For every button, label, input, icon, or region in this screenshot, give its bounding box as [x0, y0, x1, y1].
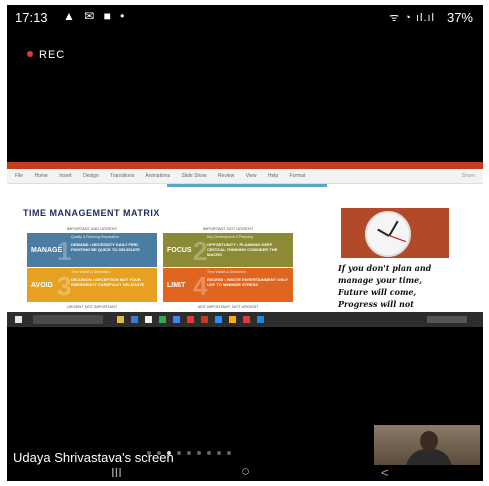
back-icon[interactable]: <: [381, 465, 389, 480]
slide: TIME MANAGEMENT MATRIX IMPORTANT AND URG…: [13, 192, 477, 316]
page-dot[interactable]: [227, 451, 231, 455]
quadrant-subtitle: Quality & Planning Preparation: [71, 235, 119, 239]
status-time: 17:13: [15, 10, 48, 25]
quadrant-text: DEMAND • NECESSITY DAILY FIRE-FIGHTING B…: [71, 242, 140, 252]
quote-line: If you don't plan and: [338, 263, 432, 273]
zoom-icon[interactable]: [215, 316, 222, 323]
battery-indicator: 37%: [446, 10, 473, 25]
ribbon-tabs: File Home Insert Design Transitions Anim…: [15, 173, 315, 179]
app-icon[interactable]: [187, 316, 194, 323]
signal-icons: ᯤ ◔ ıl.ıl: [389, 12, 435, 24]
ppt-ribbon: File Home Insert Design Transitions Anim…: [7, 169, 483, 184]
matrix-header-right: IMPORTANT NOT URGENT: [202, 226, 254, 231]
share-button[interactable]: Share: [462, 173, 475, 179]
ribbon-tab[interactable]: Transitions: [110, 173, 134, 179]
app-icon[interactable]: [229, 316, 236, 323]
phone-screen: 17:13 ▲ ✉ ■ • ᯤ ◔ ıl.ıl 37% REC File Hom…: [7, 5, 483, 481]
record-dot-icon: [27, 51, 33, 57]
recents-icon[interactable]: III: [111, 465, 122, 480]
app-icon[interactable]: [173, 316, 180, 323]
clock-second-hand: [388, 235, 407, 243]
page-dot[interactable]: [177, 451, 181, 455]
app-icon[interactable]: [243, 316, 250, 323]
matrix-footer-right: NOT IMPORTANT, NOT URGENT: [197, 304, 259, 309]
participant-head: [420, 431, 438, 451]
quote-line: Progress will not: [338, 299, 414, 309]
system-tray[interactable]: [427, 316, 467, 323]
ribbon-tab[interactable]: View: [246, 173, 257, 179]
folder-icon[interactable]: [117, 316, 124, 323]
ribbon-tab[interactable]: Home: [34, 173, 47, 179]
ppt-title-bar: [7, 162, 483, 169]
notification-icons: ▲ ✉ ■ •: [63, 9, 128, 23]
quadrant-text: EXCESS • WASTE ENTERTAINMENT ONLY USE TO…: [207, 277, 288, 287]
quadrant-text: OPPORTUNITY • PLANNING KEEP CRITICAL THI…: [207, 242, 278, 257]
quadrant-focus: 2 FOCUS Key Development & Planning OPPOR…: [163, 233, 293, 267]
quadrant-label: LIMIT: [167, 282, 186, 289]
page-dot[interactable]: [207, 451, 211, 455]
quadrant-avoid: 3 AVOID Time Waste & Distraction DELUSIO…: [27, 268, 157, 302]
recording-indicator: REC: [27, 49, 65, 61]
ribbon-tab[interactable]: File: [15, 173, 23, 179]
edge-icon[interactable]: [131, 316, 138, 323]
app-icon[interactable]: [145, 316, 152, 323]
quadrant-subtitle: Time Waste & Distraction: [71, 270, 111, 274]
page-dot[interactable]: [217, 451, 221, 455]
page-dot[interactable]: [187, 451, 191, 455]
quadrant-label: FOCUS: [167, 247, 192, 254]
clock-icon: [365, 211, 411, 257]
quote-line: Future will come,: [338, 287, 417, 297]
ribbon-tab[interactable]: Slide Show: [182, 173, 207, 179]
quadrant-subtitle: Key Development & Planning: [207, 235, 253, 239]
quadrant-number: 2: [193, 236, 208, 266]
windows-taskbar: [7, 312, 483, 327]
quote-line: manage your time,: [338, 275, 422, 285]
app-icon[interactable]: [257, 316, 264, 323]
ribbon-tab[interactable]: Insert: [59, 173, 72, 179]
matrix-header-left: IMPORTANT AND URGENT: [66, 226, 118, 231]
ribbon-tab[interactable]: Animations: [145, 173, 170, 179]
shared-screen[interactable]: File Home Insert Design Transitions Anim…: [7, 162, 483, 327]
ribbon-highlight: [167, 184, 327, 187]
quadrant-label: AVOID: [31, 282, 53, 289]
home-icon[interactable]: ○: [241, 463, 250, 480]
quadrant-text: DELUSION • DECEPTION NOT YOUR EMERGENCY …: [71, 277, 145, 287]
quadrant-limit: 4 LIMIT Time Waste & Distraction EXCESS …: [163, 268, 293, 302]
matrix-footer-left: URGENT NOT IMPORTANT: [66, 304, 118, 309]
quadrant-manage: 1 MANAGE Quality & Planning Preparation …: [27, 233, 157, 267]
android-nav-bar: III ○ <: [7, 463, 483, 481]
ribbon-tab[interactable]: Design: [83, 173, 99, 179]
quadrant-number: 4: [193, 271, 208, 301]
time-matrix: IMPORTANT AND URGENT IMPORTANT NOT URGEN…: [27, 226, 299, 309]
quadrant-subtitle: Time Waste & Distraction: [207, 270, 247, 274]
quadrant-number: 3: [57, 271, 72, 301]
taskbar-search-box[interactable]: [33, 315, 103, 324]
quadrant-label: MANAGE: [31, 247, 63, 254]
ribbon-tab[interactable]: Help: [268, 173, 278, 179]
clock-image: [341, 208, 449, 258]
ribbon-tab[interactable]: Format: [290, 173, 306, 179]
clock-minute-hand: [388, 220, 399, 237]
ribbon-tab[interactable]: Review: [218, 173, 234, 179]
page-dot[interactable]: [197, 451, 201, 455]
slide-title: TIME MANAGEMENT MATRIX: [23, 208, 160, 218]
status-bar: 17:13 ▲ ✉ ■ • ᯤ ◔ ıl.ıl 37%: [7, 5, 483, 31]
presenter-label: Udaya Shrivastava's screen: [13, 450, 174, 465]
participant-video-tile[interactable]: [374, 425, 480, 465]
chrome-icon[interactable]: [159, 316, 166, 323]
slide-quote: If you don't plan and manage your time, …: [338, 262, 478, 310]
powerpoint-icon[interactable]: [201, 316, 208, 323]
outer-frame: 17:13 ▲ ✉ ■ • ᯤ ◔ ıl.ıl 37% REC File Hom…: [0, 0, 489, 486]
rec-label: REC: [39, 49, 66, 61]
start-icon[interactable]: [15, 316, 22, 323]
